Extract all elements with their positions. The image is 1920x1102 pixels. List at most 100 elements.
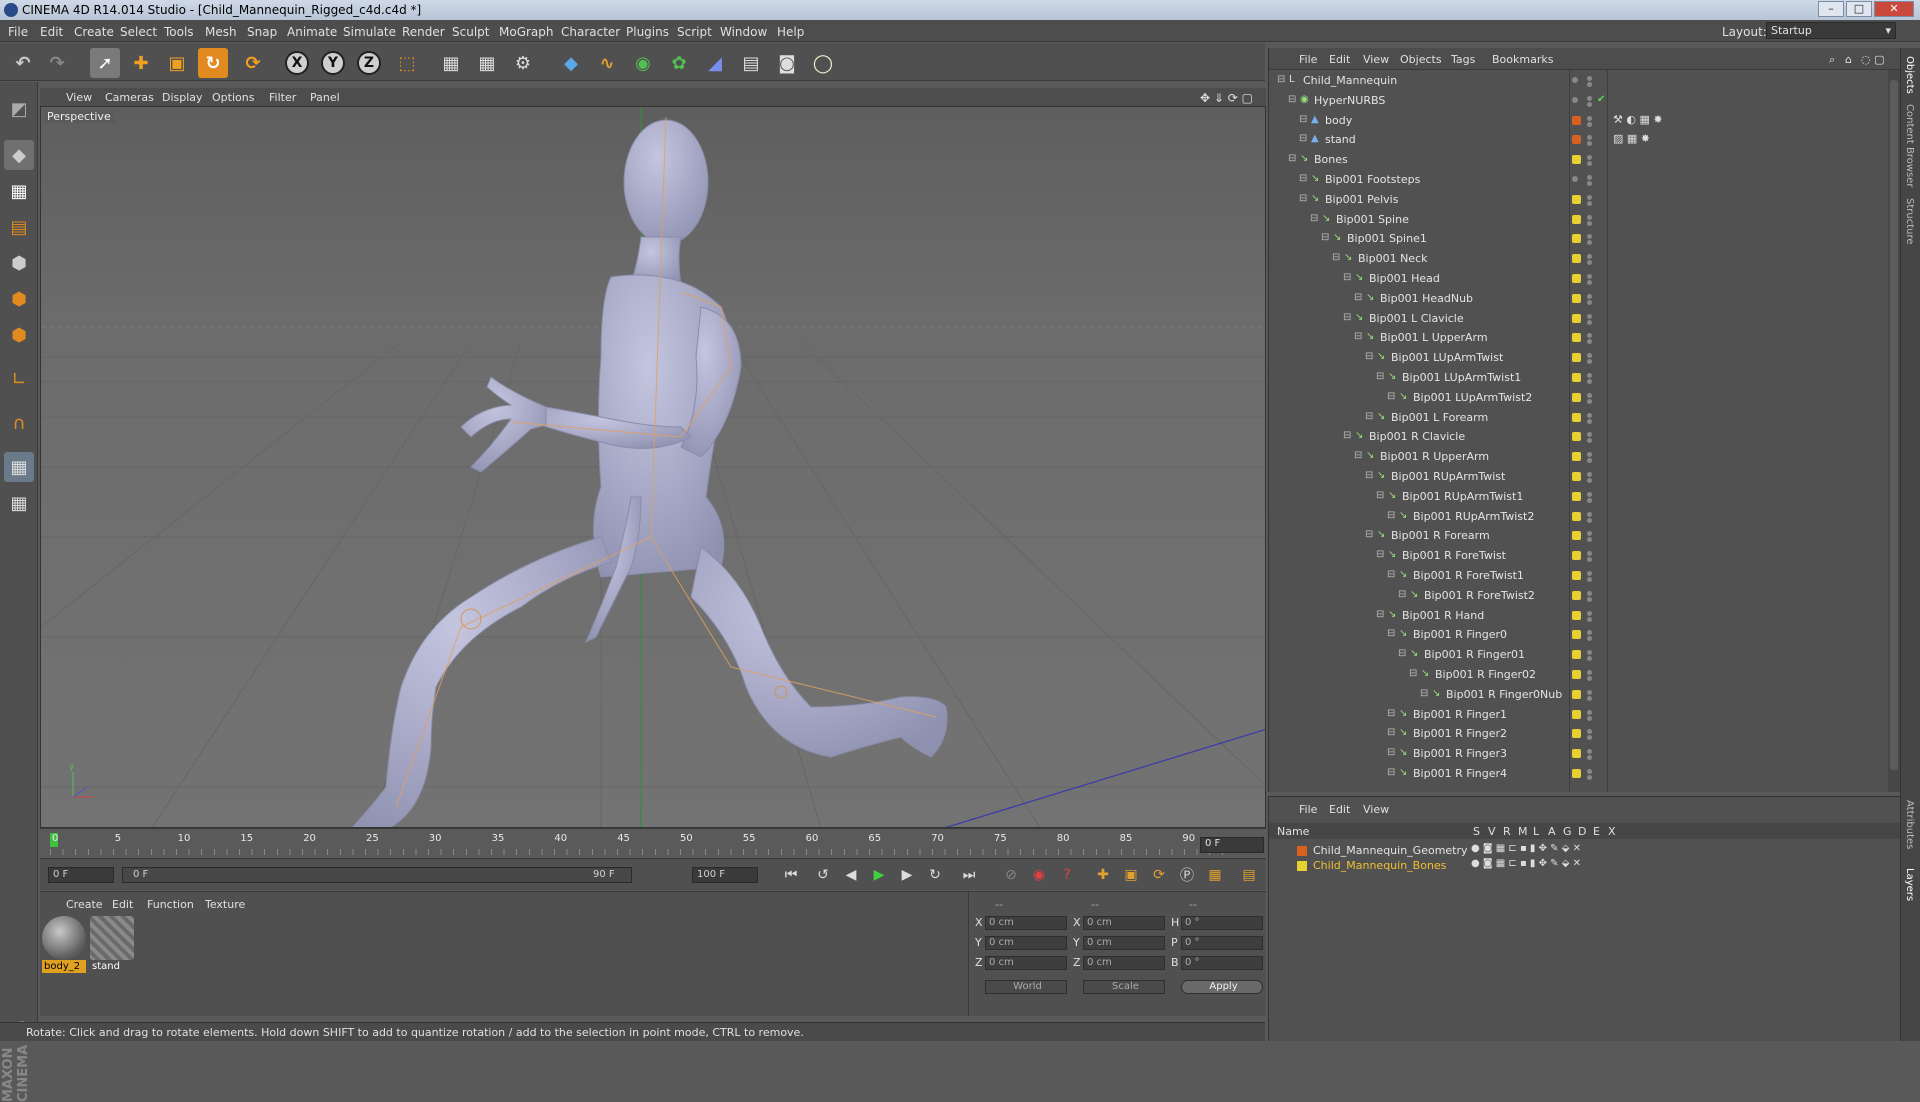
editor-visibility-dot[interactable] — [1587, 472, 1592, 477]
layer-color-indicator[interactable] — [1572, 432, 1581, 441]
expand-toggle-icon[interactable]: ⊟ — [1310, 214, 1320, 224]
render-view-icon[interactable]: ▦ — [436, 48, 466, 78]
render-visibility-dot[interactable] — [1587, 82, 1592, 87]
editor-visibility-dot[interactable] — [1587, 611, 1592, 616]
model-mode-icon[interactable]: ◆ — [4, 140, 34, 170]
expand-toggle-icon[interactable]: ⊟ — [1398, 649, 1408, 659]
expand-toggle-icon[interactable]: ⊟ — [1376, 372, 1386, 382]
render-visibility-dot[interactable] — [1587, 438, 1592, 443]
expand-toggle-icon[interactable]: ⊟ — [1288, 154, 1298, 164]
editor-visibility-dot[interactable] — [1587, 234, 1592, 239]
apply-button[interactable]: Apply — [1181, 980, 1263, 994]
scale-icon[interactable]: ▣ — [162, 48, 192, 78]
viewport-menu-panel[interactable]: Panel — [310, 91, 340, 104]
editor-visibility-dot[interactable] — [1587, 135, 1592, 140]
render-visibility-dot[interactable] — [1587, 537, 1592, 542]
expand-toggle-icon[interactable]: ⊟ — [1387, 728, 1397, 738]
object-tree-row[interactable]: ⊟↘Bip001 Head — [1269, 268, 1887, 288]
object-tree-row[interactable]: ⊟▲stand▨ ▦ ✸ — [1269, 129, 1887, 149]
object-tree-row[interactable]: ⊟LChild_Mannequin — [1269, 70, 1887, 90]
editor-visibility-dot[interactable] — [1587, 710, 1592, 715]
material-swatch-body[interactable]: body_2 — [42, 916, 86, 970]
object-tree-row[interactable]: ⊟↘Bip001 R Finger01 — [1269, 644, 1887, 664]
objects-menu-bookmarks[interactable]: Bookmarks — [1492, 53, 1553, 66]
editor-visibility-dot[interactable] — [1587, 76, 1592, 81]
current-frame-field[interactable]: 0 F — [1200, 837, 1264, 853]
expand-toggle-icon[interactable]: ⊟ — [1376, 550, 1386, 560]
render-visibility-dot[interactable] — [1587, 280, 1592, 285]
objects-menu-tags[interactable]: Tags — [1451, 53, 1475, 66]
render-visibility-dot[interactable] — [1587, 181, 1592, 186]
menu-animate[interactable]: Animate — [287, 25, 337, 39]
layer-color-indicator[interactable] — [1572, 650, 1581, 659]
editor-visibility-dot[interactable] — [1587, 591, 1592, 596]
coordinate-space-dropdown[interactable]: World — [985, 980, 1067, 994]
mograph-cloner-icon[interactable]: ✿ — [664, 48, 694, 78]
cube-primitive-icon[interactable]: ◆ — [556, 48, 586, 78]
expand-toggle-icon[interactable]: ⊟ — [1354, 451, 1364, 461]
menu-plugins[interactable]: Plugins — [626, 25, 669, 39]
layer-color-indicator[interactable] — [1572, 155, 1581, 164]
home-icon[interactable]: ⌂ — [1845, 53, 1852, 66]
expand-toggle-icon[interactable]: ⊟ — [1299, 174, 1309, 184]
layer-flag-icons[interactable]: ● ◙ ▦ ⊏ ▪ ▮ ✥ ✎ ⬙ ✕ — [1471, 858, 1581, 869]
object-tree-row[interactable]: ⊟↘Bip001 Pelvis — [1269, 189, 1887, 209]
menu-snap[interactable]: Snap — [247, 25, 277, 39]
layer-color-indicator[interactable] — [1572, 393, 1581, 402]
render-visibility-dot[interactable] — [1587, 221, 1592, 226]
render-visibility-dot[interactable] — [1587, 379, 1592, 384]
object-tree-row[interactable]: ⊟↘Bip001 R Finger2 — [1269, 723, 1887, 743]
grid-snap-icon[interactable]: ▦ — [4, 488, 34, 518]
editor-visibility-dot[interactable] — [1587, 294, 1592, 299]
material-menu-texture[interactable]: Texture — [205, 898, 245, 911]
expand-toggle-icon[interactable]: ⊟ — [1398, 590, 1408, 600]
magnet-snap-icon[interactable]: ∩ — [4, 408, 34, 438]
layer-color-indicator[interactable] — [1572, 531, 1581, 540]
tab-layers[interactable]: Layers — [1904, 868, 1915, 901]
maximize-button[interactable]: □ — [1846, 1, 1872, 17]
menu-window[interactable]: Window — [720, 25, 767, 39]
scene-floor-icon[interactable]: ▤ — [736, 48, 766, 78]
viewport-menu-cameras[interactable]: Cameras — [105, 91, 154, 104]
editor-visibility-dot[interactable] — [1587, 492, 1592, 497]
render-visibility-dot[interactable] — [1587, 300, 1592, 305]
expand-toggle-icon[interactable]: ⊟ — [1354, 332, 1364, 342]
render-visibility-dot[interactable] — [1587, 478, 1592, 483]
object-tags-icons[interactable]: ▨ ▦ ✸ — [1613, 132, 1650, 145]
expand-toggle-icon[interactable]: ⊟ — [1299, 134, 1309, 144]
object-tree-row[interactable]: ⊟↘Bip001 Footsteps — [1269, 169, 1887, 189]
editor-visibility-dot[interactable] — [1587, 690, 1592, 695]
editor-visibility-dot[interactable] — [1587, 96, 1592, 101]
menu-edit[interactable]: Edit — [40, 25, 63, 39]
keyframe-selection-icon[interactable]: ? — [1056, 865, 1078, 885]
render-visibility-dot[interactable] — [1587, 755, 1592, 760]
objects-menu-objects[interactable]: Objects — [1400, 53, 1442, 66]
layer-color-indicator[interactable] — [1572, 77, 1578, 83]
object-tags-icons[interactable]: ⚒ ◐ ▦ ✸ — [1613, 113, 1663, 126]
expand-toggle-icon[interactable]: ⊟ — [1420, 689, 1430, 699]
editor-visibility-dot[interactable] — [1587, 551, 1592, 556]
y-axis-lock-icon[interactable]: Y — [318, 48, 348, 78]
expand-toggle-icon[interactable]: ⊟ — [1376, 491, 1386, 501]
expand-toggle-icon[interactable]: ⊟ — [1376, 610, 1386, 620]
layer-color-indicator[interactable] — [1572, 611, 1581, 620]
object-manager-nav-icons[interactable]: ◌ ▢ — [1861, 53, 1885, 66]
render-visibility-dot[interactable] — [1587, 498, 1592, 503]
expand-toggle-icon[interactable]: ⊟ — [1343, 273, 1353, 283]
editor-visibility-dot[interactable] — [1587, 630, 1592, 635]
render-visibility-dot[interactable] — [1587, 577, 1592, 582]
layer-row-geometry[interactable]: Child_Mannequin_Geometry ● ◙ ▦ ⊏ ▪ ▮ ✥ ✎… — [1269, 843, 1901, 858]
editor-visibility-dot[interactable] — [1587, 749, 1592, 754]
rotation-b-field[interactable]: 0 ° — [1181, 956, 1263, 970]
size-x-field[interactable]: 0 cm — [1083, 916, 1165, 930]
menu-simulate[interactable]: Simulate — [343, 25, 396, 39]
render-visibility-dot[interactable] — [1587, 399, 1592, 404]
layer-color-indicator[interactable] — [1572, 571, 1581, 580]
axis-mode-icon[interactable]: ∟ — [4, 364, 34, 394]
menu-character[interactable]: Character — [561, 25, 620, 39]
render-visibility-dot[interactable] — [1587, 359, 1592, 364]
object-tree-row[interactable]: ⊟↘Bip001 L Forearm — [1269, 407, 1887, 427]
layer-color-indicator[interactable] — [1572, 630, 1581, 639]
object-tree-row[interactable]: ⊟↘Bip001 RUpArmTwist2 — [1269, 506, 1887, 526]
layer-color-indicator[interactable] — [1572, 551, 1581, 560]
